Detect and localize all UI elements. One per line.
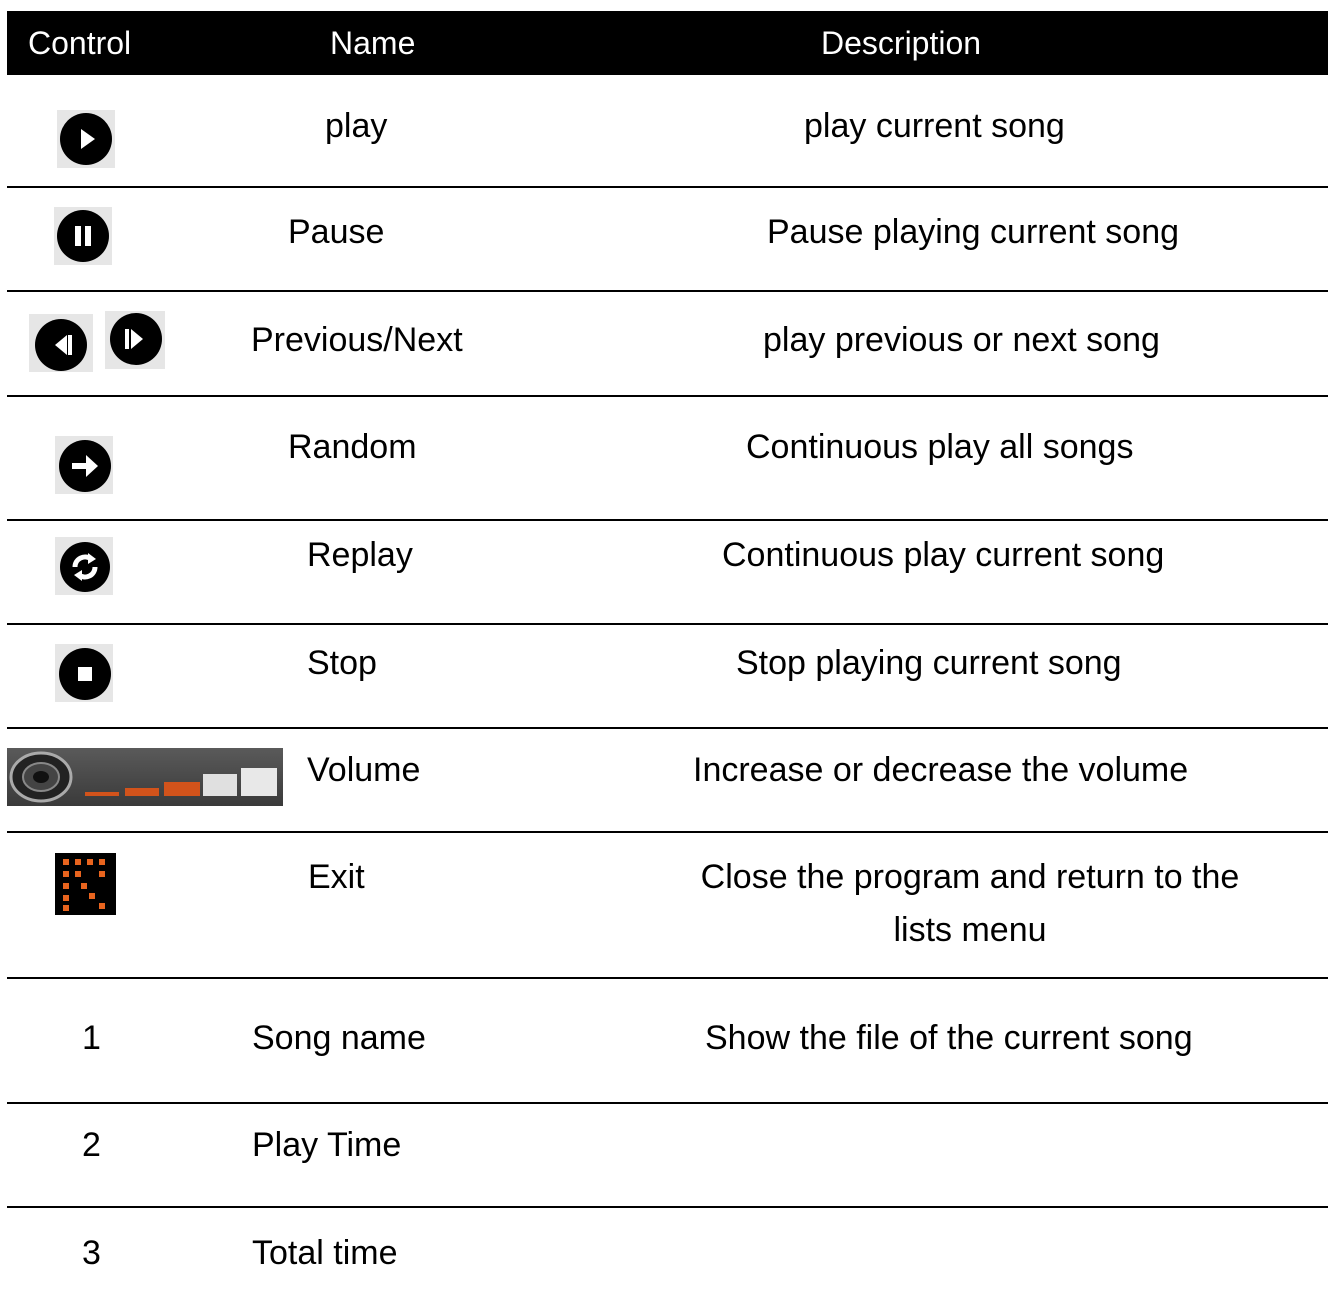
replay-icon bbox=[55, 537, 113, 595]
row-control-3: 3 bbox=[82, 1234, 101, 1272]
row-divider bbox=[7, 1102, 1328, 1104]
header-description: Description bbox=[821, 25, 982, 61]
row-description-play: play current song bbox=[804, 107, 1065, 145]
row-name-volume: Volume bbox=[307, 751, 421, 789]
row-name-song-name: Song name bbox=[252, 1019, 426, 1057]
exit-icon bbox=[55, 853, 116, 915]
table-header: Control Name Description bbox=[7, 11, 1328, 75]
row-divider bbox=[7, 727, 1328, 729]
header-control: Control bbox=[28, 25, 132, 61]
row-name-pause: Pause bbox=[288, 213, 385, 251]
row-divider bbox=[7, 1206, 1328, 1208]
row-divider bbox=[7, 290, 1328, 292]
row-description-volume: Increase or decrease the volume bbox=[693, 751, 1189, 789]
row-name-stop: Stop bbox=[307, 644, 377, 682]
row-control-1: 1 bbox=[82, 1019, 101, 1057]
row-description-song-name: Show the file of the current song bbox=[705, 1019, 1193, 1057]
row-control-2: 2 bbox=[82, 1126, 101, 1164]
next-icon bbox=[105, 311, 165, 369]
row-description-pause: Pause playing current song bbox=[767, 213, 1180, 251]
row-name-play-time: Play Time bbox=[252, 1126, 402, 1164]
row-divider bbox=[7, 519, 1328, 521]
header-name: Name bbox=[330, 25, 416, 61]
row-divider bbox=[7, 186, 1328, 188]
row-description-random: Continuous play all songs bbox=[746, 428, 1134, 466]
row-divider bbox=[7, 395, 1328, 397]
row-name-exit: Exit bbox=[308, 858, 365, 896]
row-divider bbox=[7, 831, 1328, 833]
row-name-previous-next: Previous/Next bbox=[251, 321, 463, 359]
row-name-replay: Replay bbox=[307, 536, 413, 574]
row-description-exit: Close the program and return to the list… bbox=[700, 858, 1240, 949]
random-icon bbox=[55, 436, 113, 494]
row-name-random: Random bbox=[288, 428, 417, 466]
row-name-play: play bbox=[325, 107, 388, 145]
row-divider bbox=[7, 977, 1328, 979]
row-name-total-time: Total time bbox=[252, 1234, 398, 1272]
pause-icon bbox=[54, 207, 112, 265]
volume-icon bbox=[7, 748, 283, 806]
previous-icon bbox=[29, 314, 93, 372]
play-icon bbox=[57, 110, 115, 168]
stop-icon bbox=[55, 644, 113, 702]
row-description-stop: Stop playing current song bbox=[736, 644, 1122, 682]
row-description-previous-next: play previous or next song bbox=[763, 321, 1160, 359]
row-description-replay: Continuous play current song bbox=[722, 536, 1165, 574]
row-divider bbox=[7, 623, 1328, 625]
